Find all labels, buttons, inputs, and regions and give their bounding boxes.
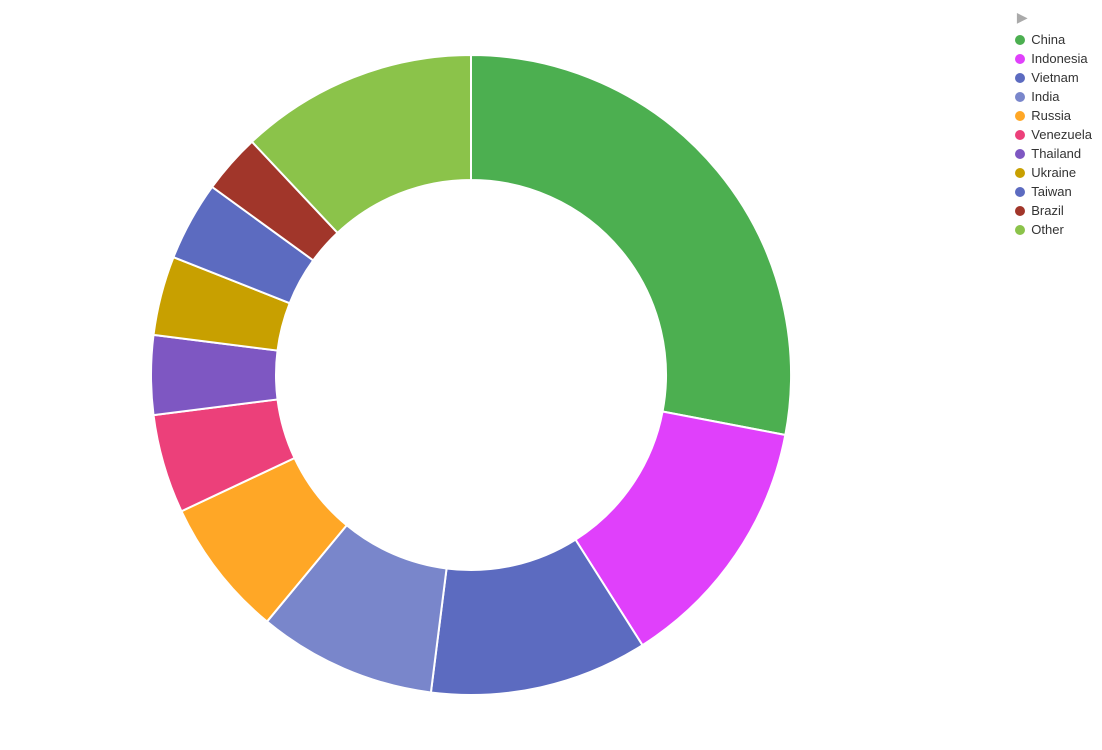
legend-dot-other xyxy=(1015,225,1025,235)
legend-dot-india xyxy=(1015,92,1025,102)
legend-item-taiwan: Taiwan xyxy=(1015,184,1092,199)
legend-dot-taiwan xyxy=(1015,187,1025,197)
legend-item-vietnam: Vietnam xyxy=(1015,70,1092,85)
legend-dot-brazil xyxy=(1015,206,1025,216)
legend-item-venezuela: Venezuela xyxy=(1015,127,1092,142)
legend-label-brazil: Brazil xyxy=(1031,203,1064,218)
legend-label-russia: Russia xyxy=(1031,108,1071,123)
legend-item-china: China xyxy=(1015,32,1092,47)
donut-chart-svg xyxy=(71,0,871,750)
legend-nav-icon[interactable]: ▶ xyxy=(1015,10,1029,24)
legend-item-russia: Russia xyxy=(1015,108,1092,123)
legend-item-other: Other xyxy=(1015,222,1092,237)
legend-dot-ukraine xyxy=(1015,168,1025,178)
legend-dot-russia xyxy=(1015,111,1025,121)
legend-dot-vietnam xyxy=(1015,73,1025,83)
legend-item-brazil: Brazil xyxy=(1015,203,1092,218)
legend-dot-venezuela xyxy=(1015,130,1025,140)
legend-label-thailand: Thailand xyxy=(1031,146,1081,161)
legend-label-taiwan: Taiwan xyxy=(1031,184,1071,199)
legend-label-other: Other xyxy=(1031,222,1064,237)
legend-dot-china xyxy=(1015,35,1025,45)
legend-item-ukraine: Ukraine xyxy=(1015,165,1092,180)
chart-legend: ▶ China Indonesia Vietnam India Russia Venezu… xyxy=(1015,10,1092,237)
legend-label-ukraine: Ukraine xyxy=(1031,165,1076,180)
legend-dot-thailand xyxy=(1015,149,1025,159)
chart-container: ▶ China Indonesia Vietnam India Russia Venezu… xyxy=(0,0,1102,749)
legend-item-thailand: Thailand xyxy=(1015,146,1092,161)
legend-label-vietnam: Vietnam xyxy=(1031,70,1078,85)
legend-dot-indonesia xyxy=(1015,54,1025,64)
legend-item-india: India xyxy=(1015,89,1092,104)
segment-china[interactable] xyxy=(471,55,791,435)
legend-label-venezuela: Venezuela xyxy=(1031,127,1092,142)
legend-label-china: China xyxy=(1031,32,1065,47)
legend-label-indonesia: Indonesia xyxy=(1031,51,1087,66)
legend-label-india: India xyxy=(1031,89,1059,104)
legend-item-indonesia: Indonesia xyxy=(1015,51,1092,66)
